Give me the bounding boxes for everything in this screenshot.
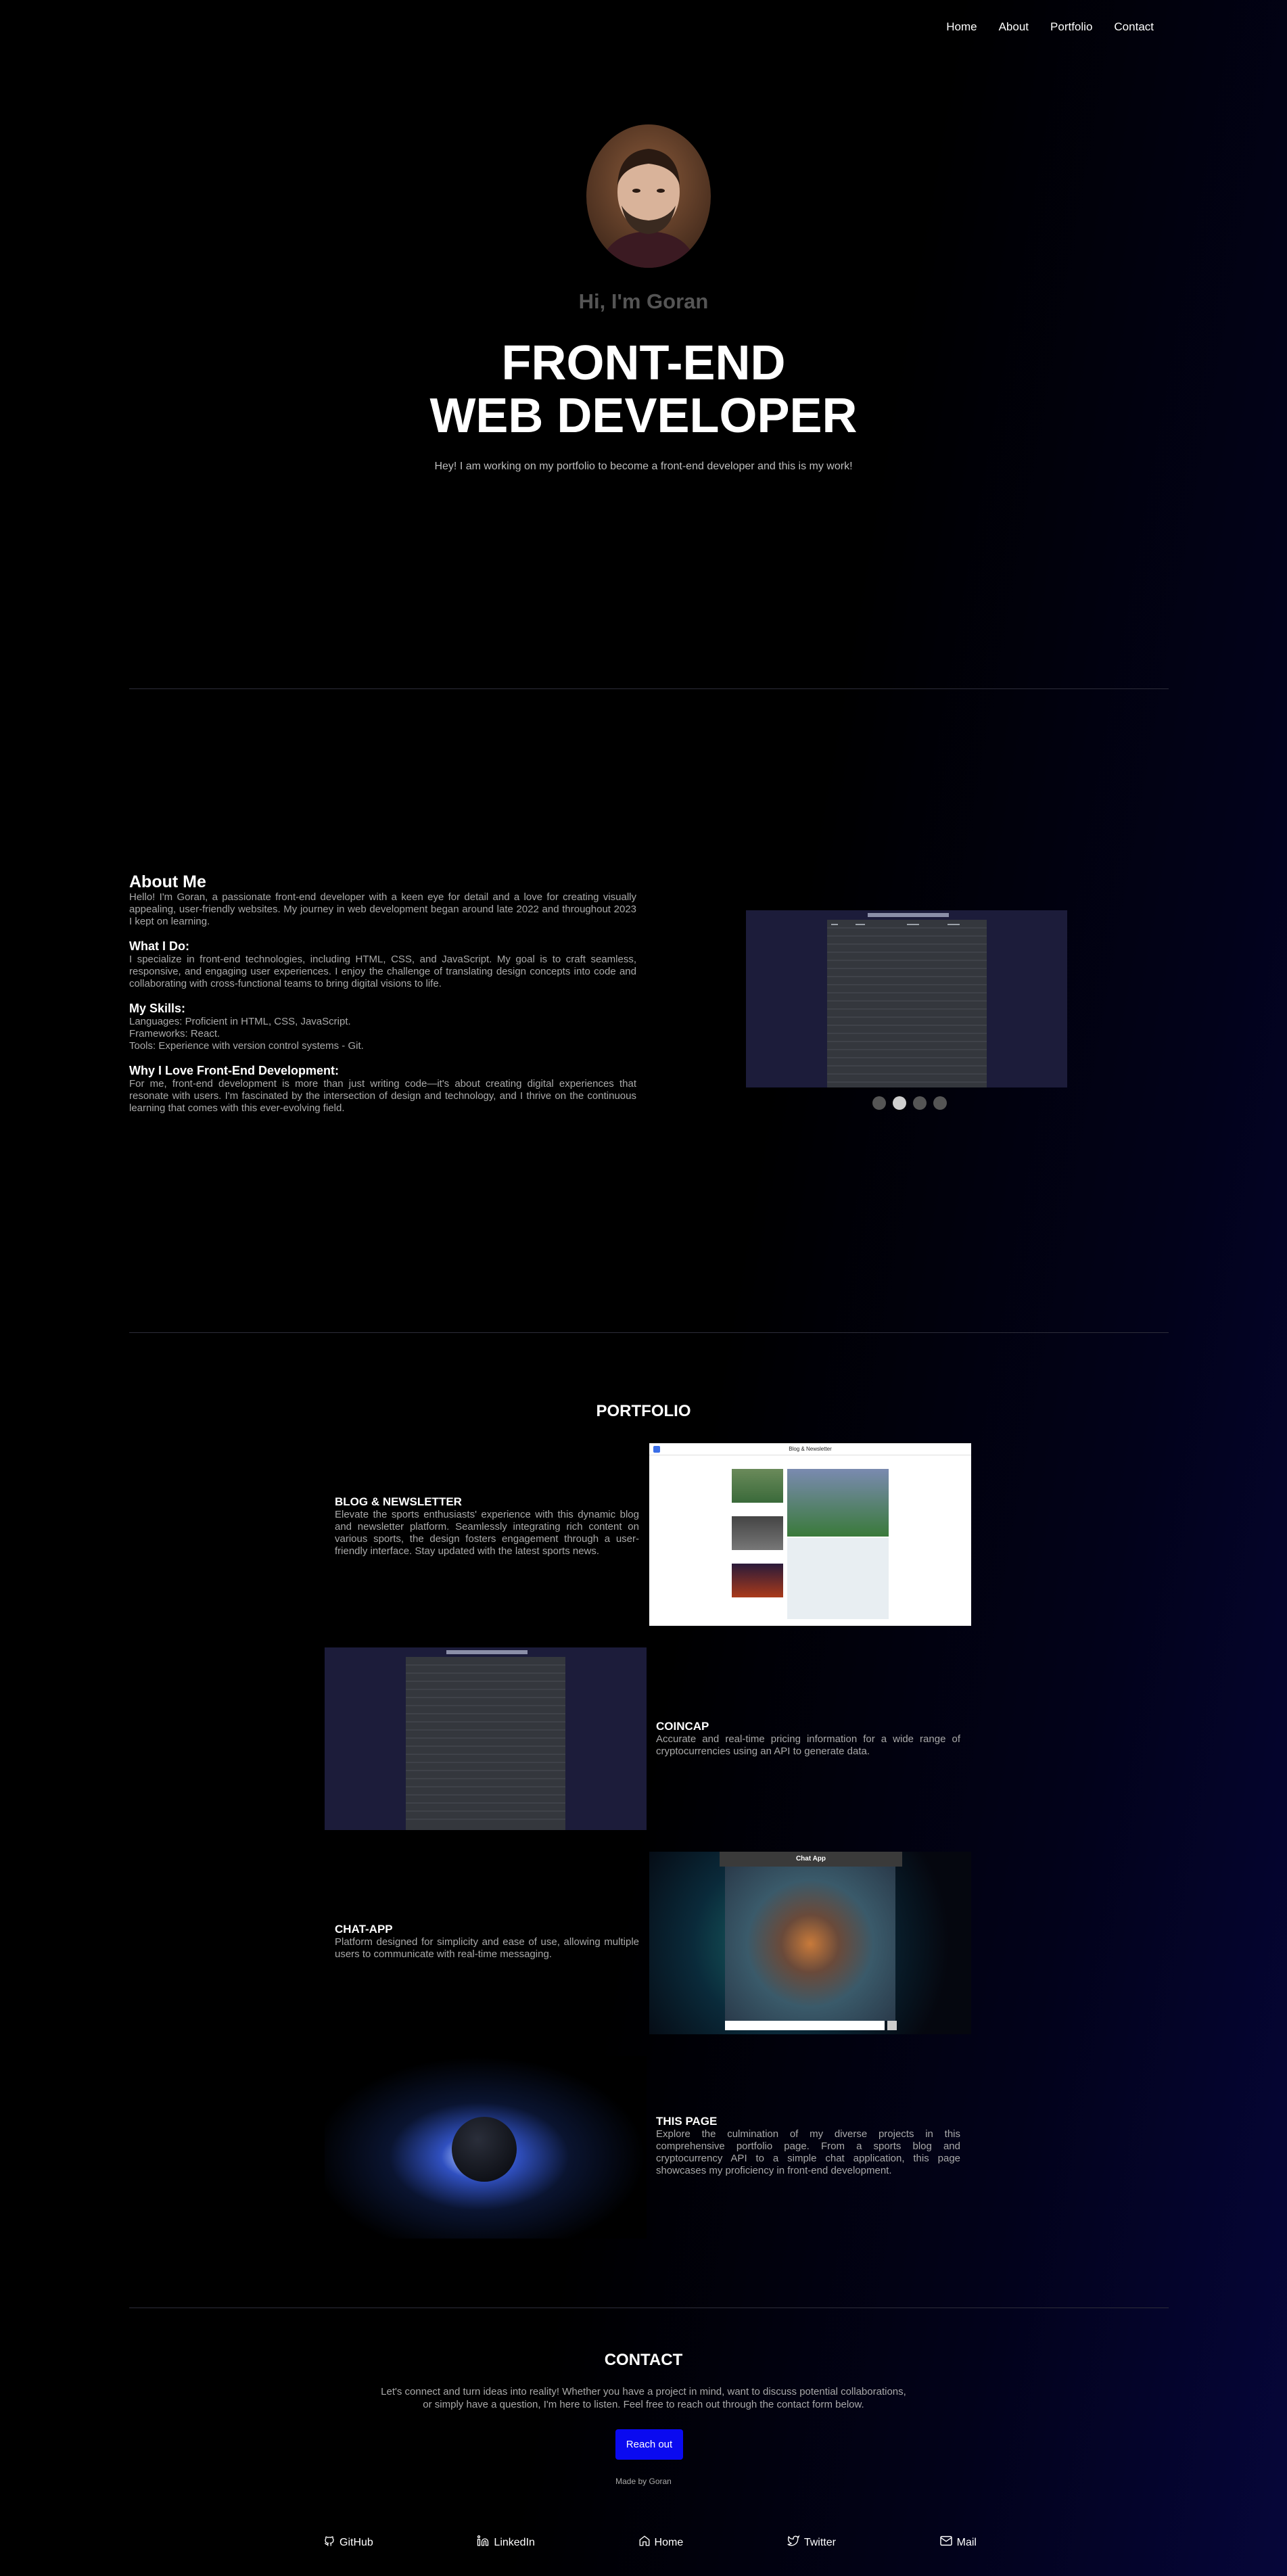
footer-links: GitHub LinkedIn Home Twitter Mail [323,2535,977,2550]
planet [452,2117,517,2182]
github-icon [323,2535,335,2550]
nav-portfolio[interactable]: Portfolio [1050,20,1092,34]
project-description: Elevate the sports enthusiasts' experien… [335,1509,639,1557]
home-icon [638,2535,651,2550]
nav-about[interactable]: About [999,20,1029,34]
nav-contact[interactable]: Contact [1114,20,1154,34]
project-thispage: THIS PAGE Explore the culmination of my … [656,2115,960,2177]
send-button [887,2021,897,2030]
thumb [732,1564,783,1597]
hero-greeting: Hi, I'm Goran [578,289,709,313]
linkedin-icon [476,2535,490,2550]
contact-text-line1: Let's connect and turn ideas into realit… [381,2386,906,2397]
project-coincap-image[interactable] [325,1647,647,1830]
footer-github[interactable]: GitHub [323,2535,373,2550]
coincap-table-thumbnail [406,1664,565,1820]
profile-photo [586,124,711,268]
project-description: Accurate and real-time pricing informati… [656,1733,960,1757]
reach-out-button[interactable]: Reach out [615,2429,683,2460]
thumb [732,1516,783,1550]
hero-title-line1: FRONT-END [501,336,786,390]
hero-tagline: Hey! I am working on my portfolio to bec… [434,461,853,472]
made-by: Made by Goran [615,2477,672,2486]
project-description: Explore the culmination of my diverse pr… [656,2128,960,2176]
footer-label: GitHub [340,2536,373,2548]
contact-text-line2: or simply have a question, I'm here to l… [423,2399,864,2410]
skill-languages: Languages: Proficient in HTML, CSS, Java… [129,1016,351,1027]
project-title: CHAT-APP [335,1923,393,1936]
why-heading: Why I Love Front-End Development: [129,1064,340,1077]
project-blog: BLOG & NEWSLETTER Elevate the sports ent… [335,1495,639,1558]
project-title: COINCAP [656,1720,709,1733]
about-intro: Hello! I'm Goran, a passionate front-end… [129,891,636,927]
featured-article [787,1538,889,1619]
chat-body [725,1867,895,2021]
section-divider [129,1332,1169,1333]
footer-twitter[interactable]: Twitter [787,2535,836,2550]
skill-tools: Tools: Experience with version control s… [129,1040,364,1052]
carousel-dot-active[interactable] [893,1096,906,1110]
carousel-indicators [872,1096,947,1110]
why-text: For me, front-end development is more th… [129,1078,636,1114]
footer-label: Mail [956,2536,977,2548]
carousel-dot[interactable] [933,1096,947,1110]
hero-title: FRONT-END WEB DEVELOPER [0,337,1287,442]
skill-frameworks: Frameworks: React. [129,1028,220,1039]
project-title: THIS PAGE [656,2115,718,2128]
footer-label: Twitter [803,2536,836,2548]
hero-title-line2: WEB DEVELOPER [429,389,858,443]
featured-image [787,1469,889,1537]
carousel-dot[interactable] [872,1096,886,1110]
skills-heading: My Skills: [129,1002,186,1015]
project-coincap: COINCAP Accurate and real-time pricing i… [656,1720,960,1758]
about-heading: About Me [129,872,206,891]
mail-icon [939,2535,953,2550]
footer-linkedin[interactable]: LinkedIn [476,2535,535,2550]
chat-input [725,2021,885,2030]
project-thispage-image[interactable] [325,2056,647,2239]
menu-icon [653,1446,660,1453]
project-chat-image[interactable]: Chat App [649,1852,971,2034]
top-nav: Home About Portfolio Contact [946,20,1154,34]
portfolio-heading: PORTFOLIO [596,1402,691,1420]
project-description: Platform designed for simplicity and eas… [335,1936,639,1960]
footer-home[interactable]: Home [638,2535,684,2550]
thumb [732,1469,783,1503]
chat-header: Chat App [720,1852,902,1867]
contact-heading: CONTACT [604,2351,683,2369]
section-divider [129,688,1169,689]
blog-header: Blog & Newsletter [649,1443,971,1455]
contact-text: Let's connect and turn ideas into realit… [0,2385,1287,2411]
coincap-table-thumbnail [827,924,987,1083]
footer-label: Home [654,2536,684,2548]
project-title: BLOG & NEWSLETTER [335,1495,462,1508]
project-chat: CHAT-APP Platform designed for simplicit… [335,1923,639,1961]
carousel-dot[interactable] [913,1096,927,1110]
twitter-icon [787,2535,800,2550]
about-carousel-image[interactable] [746,910,1067,1087]
footer-mail[interactable]: Mail [939,2535,977,2550]
about-section: About Me Hello! I'm Goran, a passionate … [129,872,636,1115]
project-blog-image[interactable]: Blog & Newsletter [649,1443,971,1626]
footer-label: LinkedIn [494,2536,535,2548]
what-i-do-heading: What I Do: [129,939,189,953]
what-i-do-text: I specialize in front-end technologies, … [129,954,636,989]
nav-home[interactable]: Home [946,20,977,34]
